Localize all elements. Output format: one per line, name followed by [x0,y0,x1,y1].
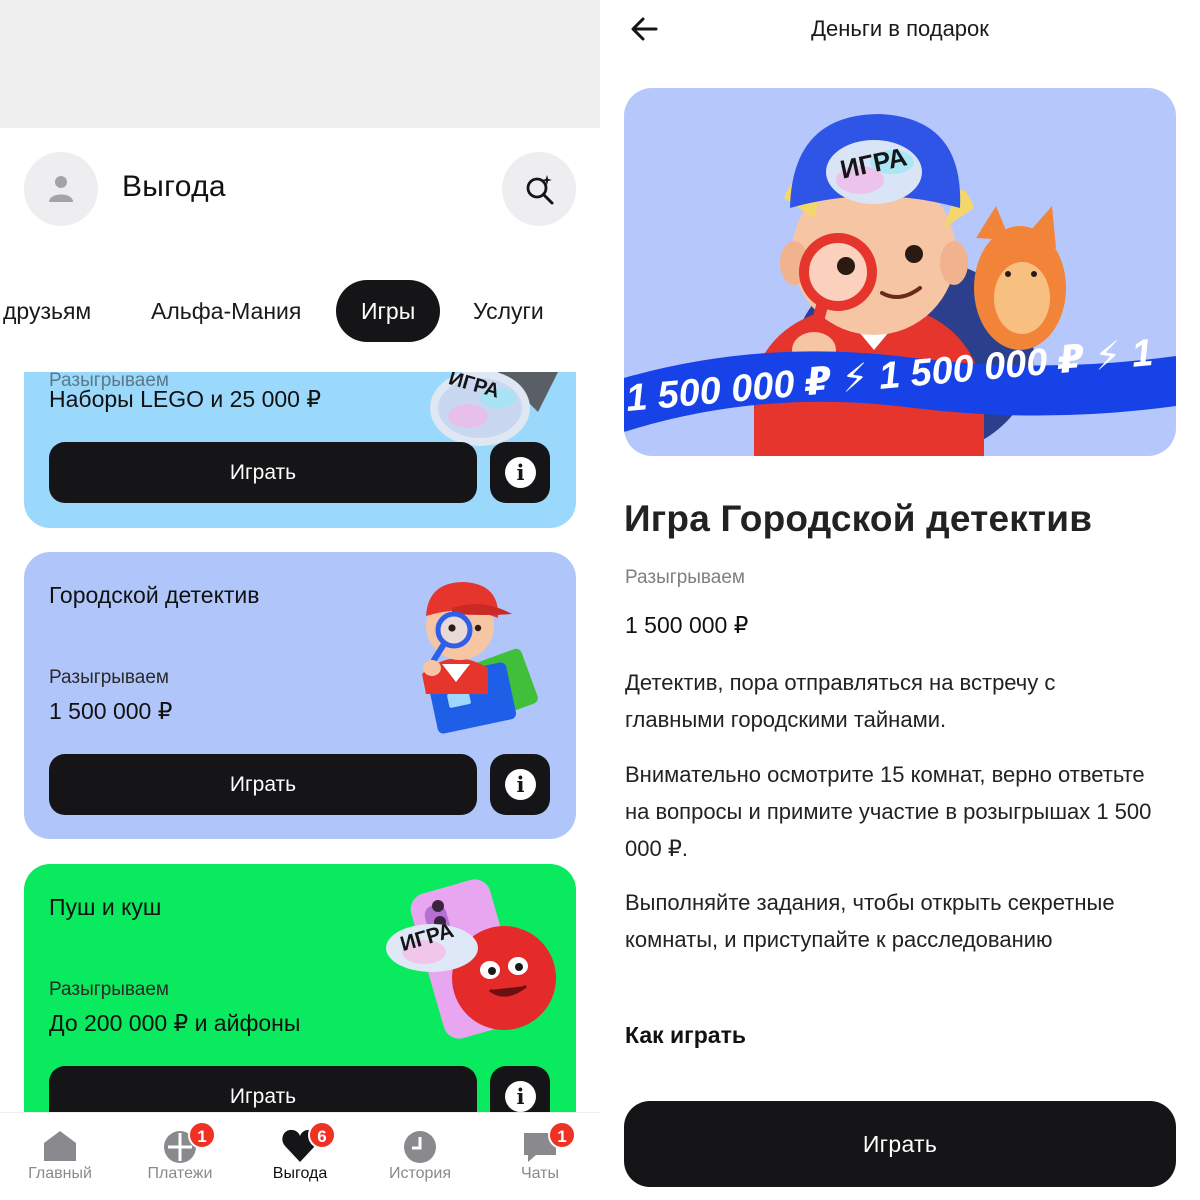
card-title: Городской детектив [49,582,260,608]
profile-avatar-button[interactable] [24,152,98,226]
hero-banner: ИГРА 1 500 000 ₽ ⚡ 1 500 000 ₽ ⚡ 1 [624,88,1176,456]
nav-payments[interactable]: 1 Платежи [120,1113,240,1200]
screen-title-text: Деньги в подарок [811,16,989,41]
game-title: Игра Городской детектив [624,498,1093,539]
play-button[interactable]: Играть [49,442,477,503]
benefits-badge: 6 [308,1121,336,1149]
card-prize: До 200 000 ₽ и айфоны [49,1010,301,1036]
chats-badge: 1 [548,1121,576,1149]
page-title: Выгода [122,170,226,203]
phone-monster-illustration: ИГРА [386,878,562,1053]
tab-friends[interactable]: друзьям [3,280,91,342]
nav-label: Выгода [272,1165,328,1182]
game-card-push-kush[interactable]: Пуш и куш Разыгрываем До 200 000 ₽ и айф… [24,864,576,1112]
card-prize: Наборы LEGO и 25 000 ₽ [49,386,321,412]
tab-services[interactable]: Услуги [473,280,544,342]
nav-home[interactable]: Главный [0,1113,120,1200]
description-paragraph: Внимательно осмотрите 15 комнат, верно о… [625,762,1152,861]
info-icon: i [505,1081,536,1112]
detective-illustration [392,564,552,739]
payments-badge: 1 [188,1121,216,1149]
user-icon [49,176,73,202]
prize-subtitle: Разыгрываем [625,567,745,588]
game-card-city-detective[interactable]: Городской детектив Разыгрываем 1 500 000… [24,552,576,839]
nav-history[interactable]: История [360,1113,480,1200]
info-icon: i [505,457,536,488]
bottom-navigation: Главный 1 Платежи 6 Выгода История 1 Чат… [0,1112,600,1200]
clock-icon [404,1131,436,1163]
page-header: Выгода [0,128,600,248]
game-details-screen: Деньги в подарок ИГРА 1 500 000 ₽ ⚡ 1 50… [600,0,1200,1200]
info-icon: i [505,769,536,800]
info-button[interactable]: i [490,1066,550,1112]
card-prize: 1 500 000 ₽ [49,698,173,724]
nav-label: Главный [28,1165,92,1182]
game-card-lego[interactable]: Разыгрываем Наборы LEGO и 25 000 ₽ ИГРА … [24,372,576,528]
prize-amount: 1 500 000 ₽ [625,612,749,638]
description-paragraph: Детектив, пора отправляться на встречу с… [625,670,1056,732]
status-area [0,0,600,128]
play-button[interactable]: Играть [49,754,477,815]
nav-chats[interactable]: 1 Чаты [480,1113,600,1200]
screen-title: Деньги в подарок [600,16,1200,42]
nav-benefits[interactable]: 6 Выгода [240,1113,360,1200]
benefits-screen: Выгода друзьям Альфа-Мания Игры Услуги Р… [0,0,600,1200]
tab-games[interactable]: Игры [336,280,441,342]
description-paragraph: Выполняйте задания, чтобы открыть секрет… [625,890,1115,952]
info-button[interactable]: i [490,754,550,815]
nav-label: Чаты [520,1165,560,1182]
how-to-play-link[interactable]: Как играть [625,1022,746,1049]
card-subtitle: Разыгрываем [49,667,169,688]
games-list: Разыгрываем Наборы LEGO и 25 000 ₽ ИГРА … [0,372,600,1112]
home-icon [44,1131,76,1161]
play-button[interactable]: Играть [49,1066,477,1112]
card-subtitle: Разыгрываем [49,979,169,1000]
nav-label: Платежи [147,1165,213,1182]
search-button[interactable] [502,152,576,226]
play-main-button[interactable]: Играть [624,1101,1176,1187]
info-button[interactable]: i [490,442,550,503]
search-sparkle-icon [526,175,554,205]
nav-label: История [388,1165,452,1182]
card-title: Пуш и куш [49,894,162,920]
tab-alfa-mania[interactable]: Альфа-Мания [151,280,301,342]
category-tabs: друзьям Альфа-Мания Игры Услуги [0,280,600,342]
